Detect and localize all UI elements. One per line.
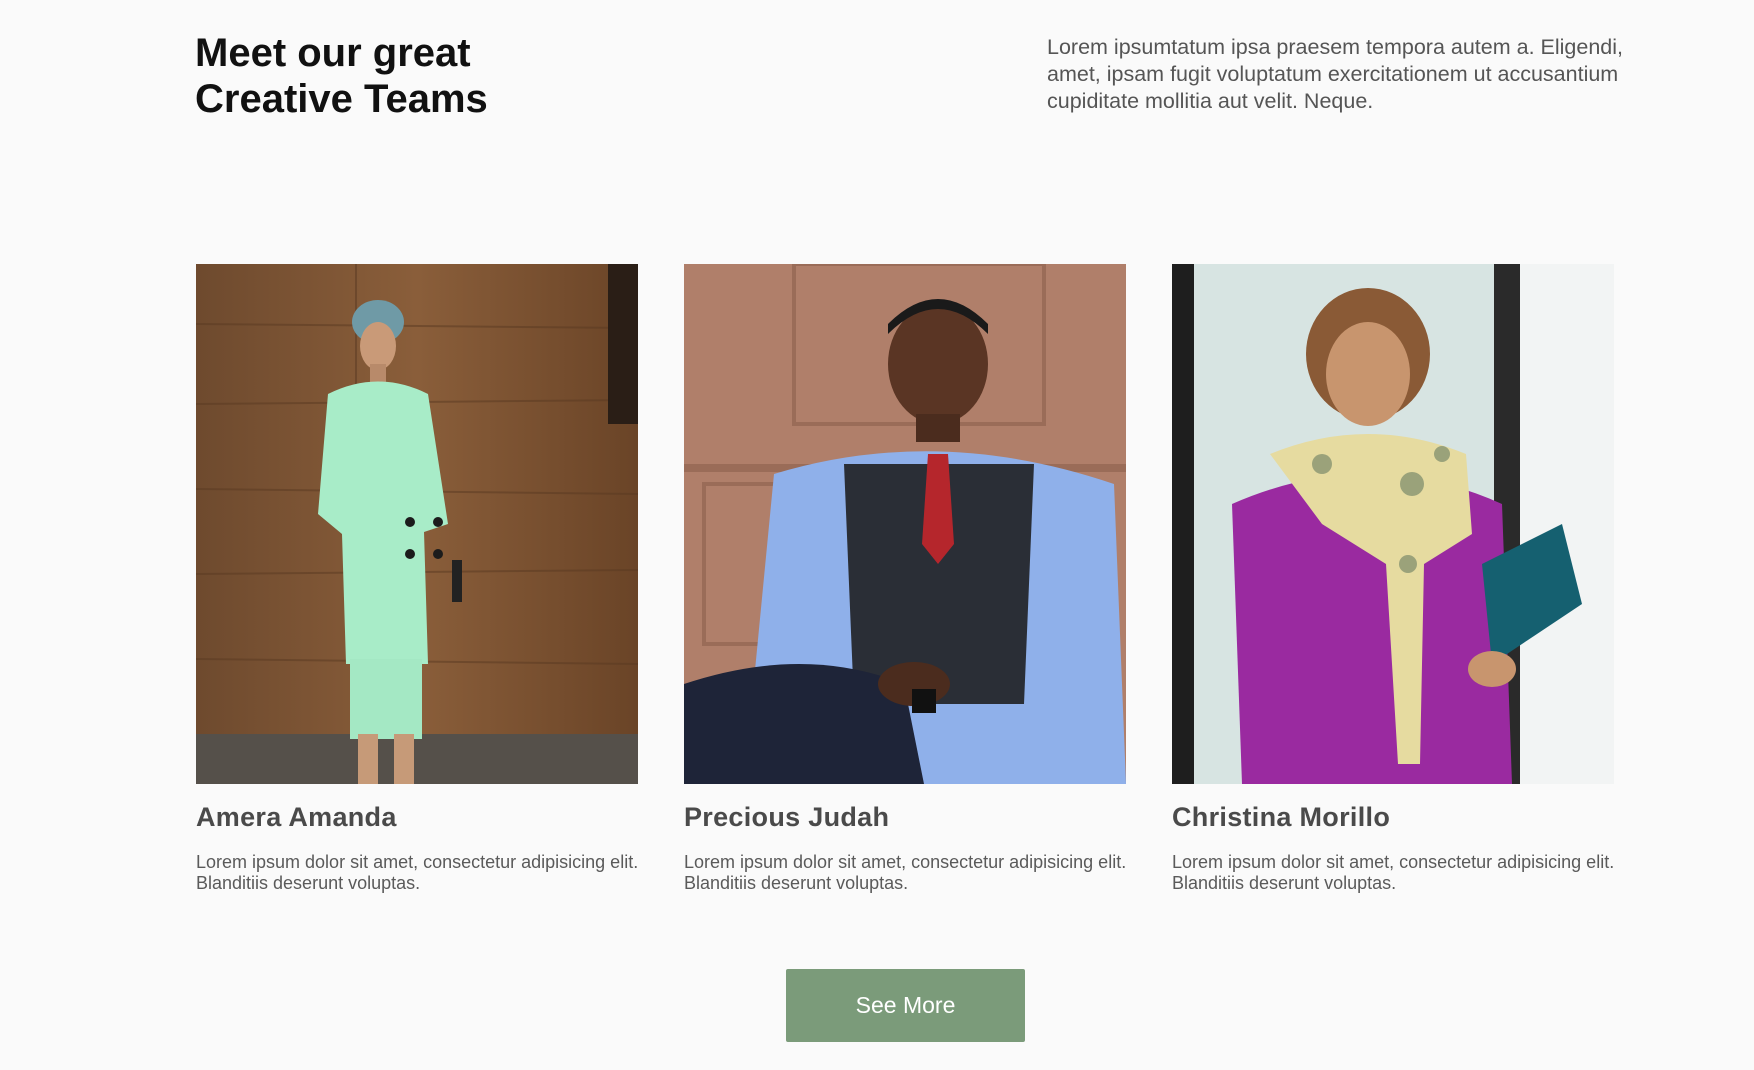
section-title: Meet our great Creative Teams	[195, 30, 595, 122]
team-member-photo-image	[1172, 264, 1614, 784]
team-member-bio: Lorem ipsum dolor sit amet, consectetur …	[1172, 852, 1615, 893]
team-member-bio: Lorem ipsum dolor sit amet, consectetur …	[684, 852, 1127, 893]
team-member-name: Christina Morillo	[1172, 802, 1391, 832]
team-card: Precious Judah Lorem ipsum dolor sit ame…	[684, 264, 1127, 894]
team-card: Amera Amanda Lorem ipsum dolor sit amet,…	[196, 264, 639, 894]
team-member-bio: Lorem ipsum dolor sit amet, consectetur …	[196, 852, 639, 893]
section-title-line-2: Creative Teams	[195, 77, 488, 121]
team-member-name: Precious Judah	[684, 802, 890, 832]
team-member-photo	[684, 264, 1126, 784]
team-member-photo	[1172, 264, 1614, 784]
team-member-photo-image	[684, 264, 1126, 784]
section-intro: Lorem ipsumtatum ipsa praesem tempora au…	[1047, 35, 1623, 113]
see-more-button[interactable]: See More	[786, 969, 1025, 1042]
team-section: Meet our great Creative Teams Lorem ipsu…	[0, 0, 1754, 1070]
section-title-line-1: Meet our great	[195, 31, 471, 75]
team-card: Christina Morillo Lorem ipsum dolor sit …	[1172, 264, 1615, 894]
team-member-name: Amera Amanda	[196, 802, 397, 832]
team-member-photo	[196, 264, 638, 784]
team-member-photo-image	[196, 264, 638, 784]
